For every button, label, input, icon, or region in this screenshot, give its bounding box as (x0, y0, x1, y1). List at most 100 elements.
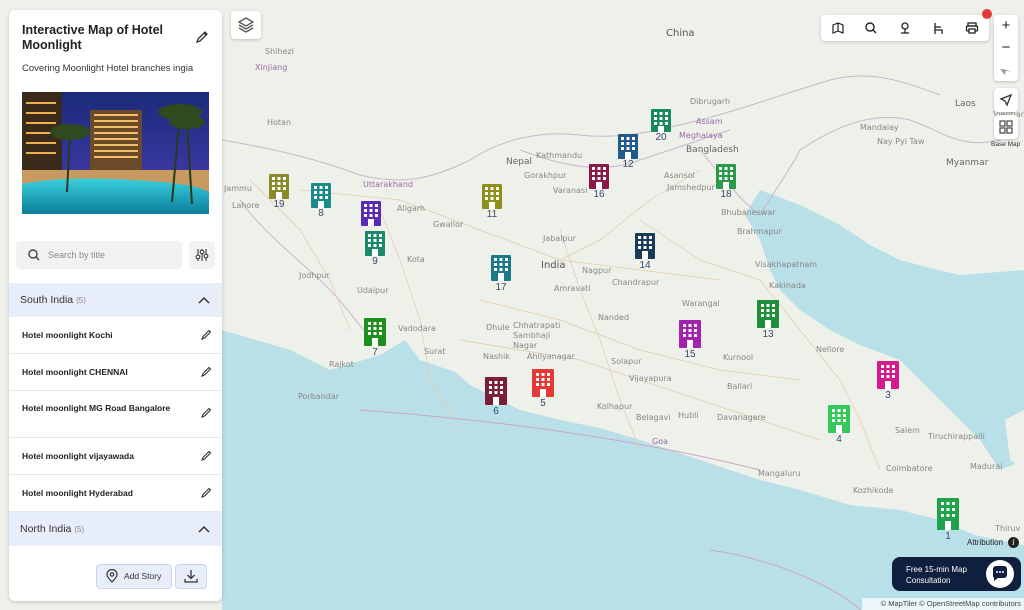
pin-icon[interactable] (898, 21, 912, 35)
hotel-marker-1[interactable]: 1 (935, 497, 961, 542)
group-header-south-india[interactable]: South India (5) (9, 283, 222, 317)
map-label-vadodara: Vadodara (398, 324, 436, 333)
group-header-north-india[interactable]: North India (5) (9, 512, 222, 546)
hotel-marker-19[interactable]: 19 (266, 173, 292, 210)
map-label-chhatrapati: Chhatrapati Sambhaji Nagar (513, 321, 561, 350)
info-icon[interactable]: i (1008, 537, 1019, 548)
item-label: Hotel moonlight vijayawada (22, 451, 134, 461)
map-label-kakinada: Kakinada (769, 281, 806, 290)
edit-icon[interactable] (200, 407, 212, 419)
list-item[interactable]: Hotel moonlight CHENNAI (9, 354, 222, 391)
marker-number: 15 (684, 349, 696, 360)
hotel-marker-11[interactable]: 11 (479, 183, 505, 220)
hotel-marker-6[interactable]: 6 (483, 376, 509, 417)
map-label-kota: Kota (407, 255, 425, 264)
map-label-surat: Surat (424, 347, 446, 356)
hotel-marker-13[interactable]: 13 (755, 299, 781, 340)
list-item[interactable]: Hotel moonlight Hyderabad (9, 475, 222, 512)
map-label-davanagere: Davanagere (717, 413, 766, 422)
marker-number: 8 (318, 208, 324, 219)
hotel-marker-9[interactable]: 9 (362, 230, 388, 267)
map-label-kolhapur: Kolhapur (597, 402, 633, 411)
hotel-marker-17[interactable]: 17 (488, 254, 514, 293)
hotel-marker-20[interactable]: 20 (648, 108, 674, 143)
map-label-dhule: Dhule (486, 323, 510, 332)
zoom-in-button[interactable]: + (994, 15, 1018, 37)
edit-icon[interactable] (200, 487, 212, 499)
filter-sliders-icon (195, 249, 209, 261)
download-button[interactable] (175, 564, 207, 589)
hotel-marker-7[interactable]: 7 (362, 317, 388, 358)
hotel-pool-photo (22, 92, 209, 214)
map-label-ballari: Ballari (727, 382, 753, 391)
list-item[interactable]: Hotel moonlight Kochi (9, 317, 222, 354)
map-label-belagavi: Belagavi (636, 413, 671, 422)
map-label-vijayapura: Vijayapura (629, 374, 672, 383)
map-label-brahmapur: Brahmapur (737, 227, 782, 236)
chair-icon[interactable] (931, 21, 945, 35)
map-label-india: India (541, 260, 566, 271)
hotel-marker-10[interactable] (358, 200, 384, 226)
hotel-marker-12[interactable]: 12 (615, 133, 641, 170)
hotel-icon (589, 164, 609, 189)
group-count: (5) (76, 296, 86, 305)
print-icon[interactable] (965, 21, 979, 35)
search-field[interactable]: Search by title (16, 241, 182, 269)
hotel-marker-8[interactable]: 8 (308, 182, 334, 219)
hotel-icon (757, 300, 779, 328)
hotel-marker-5[interactable]: 5 (530, 368, 556, 409)
attribution-label[interactable]: Attribution (967, 538, 1003, 547)
map-label-lahore: Lahore (232, 201, 260, 210)
zoom-out-button[interactable]: − (994, 37, 1018, 59)
hotel-marker-14[interactable]: 14 (632, 232, 658, 271)
zoom-control: + − (994, 15, 1018, 81)
base-map-icon (999, 120, 1013, 134)
hotel-marker-16[interactable]: 16 (586, 163, 612, 200)
hotel-marker-3[interactable]: 3 (875, 360, 901, 401)
download-icon (184, 570, 198, 583)
map-label-nashik: Nashik (483, 352, 510, 361)
edit-icon[interactable] (200, 329, 212, 341)
add-story-button[interactable]: Add Story (96, 564, 172, 589)
locate-button[interactable] (994, 88, 1018, 112)
marker-number: 6 (493, 406, 499, 417)
map-label-chandrapur: Chandrapur (612, 278, 660, 287)
base-map-button[interactable] (994, 115, 1018, 139)
map-label-bhubaneswar: Bhubaneswar (721, 208, 776, 217)
hotel-icon (485, 377, 507, 405)
hotel-icon (361, 201, 381, 226)
compass-icon[interactable] (999, 63, 1013, 77)
hotel-icon (828, 405, 850, 433)
map-label-myanmar: Myanmar (946, 158, 989, 168)
map-label-bangladesh: Bangladesh (686, 145, 739, 155)
map-toolbar (821, 15, 989, 41)
map-label-meghalaya: Meghalaya (679, 131, 723, 140)
layers-button[interactable] (231, 11, 261, 39)
edit-title-icon[interactable] (195, 30, 209, 44)
map-label-ahilyanagar: Ahilyanagar (527, 352, 575, 361)
map-label-visakhapatnam: Visakhapatnam (755, 260, 818, 269)
map-label-mandalay: Mandalay (860, 123, 899, 132)
marker-number: 19 (273, 199, 285, 210)
map-label-kozhikode: Kozhikode (853, 486, 894, 495)
ruler-icon[interactable] (831, 21, 845, 35)
search-icon[interactable] (864, 21, 878, 35)
item-label: Hotel moonlight Hyderabad (22, 488, 133, 498)
map-label-dibrugarh: Dibrugarh (690, 97, 731, 106)
item-label: Hotel moonlight CHENNAI (22, 367, 128, 377)
consultation-chat-button[interactable]: Free 15-min Map Consultation (892, 557, 1021, 591)
hotel-marker-18[interactable]: 18 (713, 163, 739, 200)
map-label-china: China (666, 28, 695, 39)
edit-icon[interactable] (200, 450, 212, 462)
list-item[interactable]: Hotel moonlight MG Road Bangalore (9, 391, 222, 438)
story-sidebar: Interactive Map of Hotel Moonlight Cover… (9, 10, 222, 601)
map-title: Interactive Map of Hotel Moonlight (22, 23, 163, 52)
edit-icon[interactable] (200, 366, 212, 378)
hotel-marker-15[interactable]: 15 (677, 319, 703, 360)
navigation-arrow-icon (999, 93, 1013, 107)
map-label-kathmandu: Kathmandu (536, 151, 583, 160)
list-item[interactable]: Hotel moonlight vijayawada (9, 438, 222, 475)
filter-button[interactable] (189, 241, 215, 269)
hotel-marker-4[interactable]: 4 (826, 404, 852, 445)
hotel-icon (269, 174, 289, 199)
